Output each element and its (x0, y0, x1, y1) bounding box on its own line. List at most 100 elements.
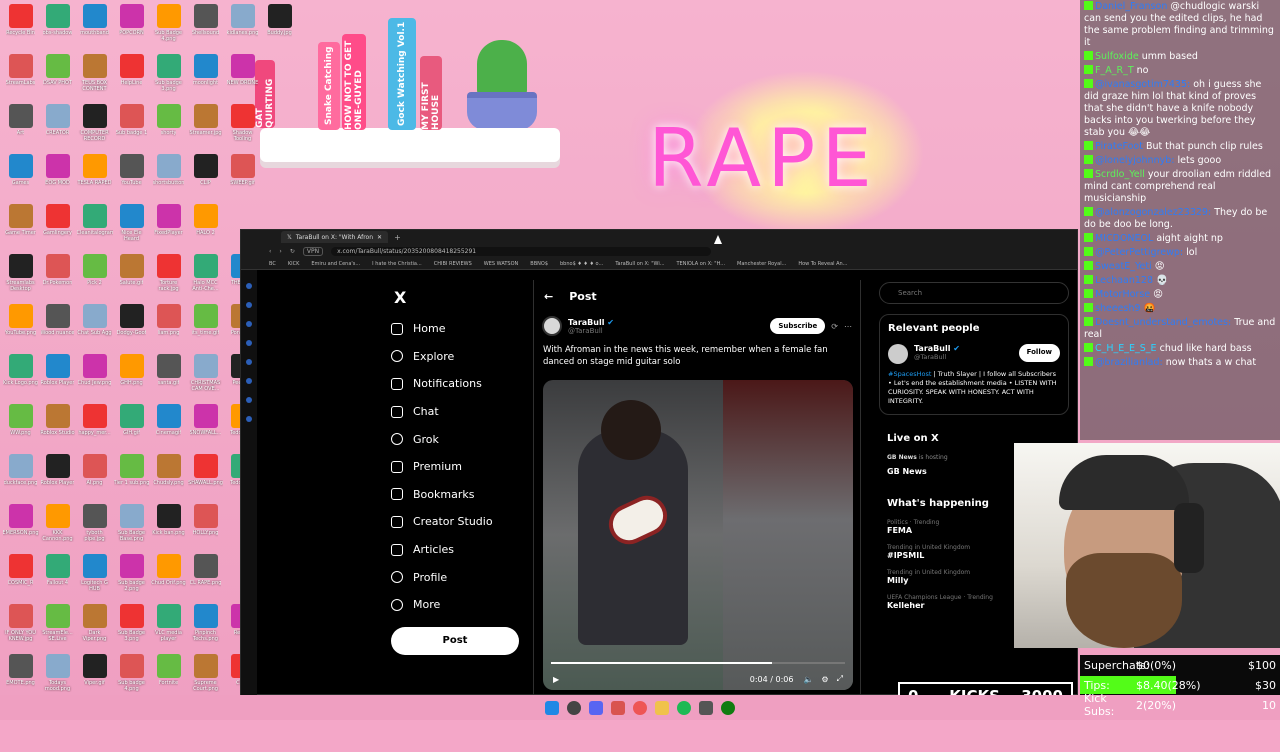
desktop-icon[interactable]: Logitech G HUB (76, 552, 113, 602)
discord-icon[interactable] (589, 700, 603, 715)
desktop-icon[interactable]: Shellsound (187, 2, 224, 52)
desktop-icon[interactable]: Buddy.jpg (261, 2, 298, 52)
back-arrow-icon[interactable]: ← (544, 290, 553, 303)
reload-icon[interactable]: ↻ (290, 248, 295, 255)
desktop-icon[interactable]: EOG MOD (39, 152, 76, 202)
chat-username[interactable]: Daniel_Franson (1095, 1, 1167, 12)
desktop-icon[interactable]: NEW DRONE (224, 52, 261, 102)
desktop-icon[interactable]: GHH.png (113, 352, 150, 402)
desktop-icon[interactable]: Chud Orif.png (150, 552, 187, 602)
desktop-icon[interactable]: Roblox Player (39, 452, 76, 502)
volume-icon[interactable]: 🔈 (803, 675, 813, 684)
desktop-icon[interactable]: IF ONLY YOU KNEW.jpg (2, 602, 39, 652)
desktop-icon[interactable]: Dr.Pokemon (39, 252, 76, 302)
bookmark-item[interactable]: BBNO$ (530, 261, 548, 267)
nav-item-profile[interactable]: Profile (391, 563, 526, 591)
folder-icon[interactable] (655, 700, 669, 715)
nav-item-notifications[interactable]: Notifications (391, 370, 526, 398)
desktop-icon[interactable]: santa.gif (150, 352, 187, 402)
desktop-icon[interactable]: Nice Ele Heard (113, 202, 150, 252)
desktop-icon[interactable]: Pinpinch Techs.png (187, 602, 224, 652)
desktop-icon[interactable]: SNOWFALL... (187, 402, 224, 452)
desktop-icon[interactable]: Art (2, 102, 39, 152)
desktop-icon[interactable]: SHAWALL.png (187, 452, 224, 502)
desktop-icon[interactable]: Dodgy-Goof (113, 302, 150, 352)
grok-icon[interactable]: ⟳ (831, 322, 838, 331)
desktop-icon[interactable]: moonlight (187, 52, 224, 102)
desktop-icon[interactable]: HOLLY.png (187, 502, 224, 552)
desktop-icon[interactable]: Sub Badge 4.png (150, 2, 187, 52)
desktop-icon[interactable]: Chudsly.png (150, 452, 187, 502)
nav-item-more[interactable]: More (391, 591, 526, 619)
chat-username[interactable]: MotorHorse (1095, 289, 1150, 300)
nav-item-articles[interactable]: Articles (391, 536, 526, 564)
desktop-icon[interactable]: duckface.png (2, 452, 39, 502)
desktop-icon[interactable] (261, 102, 298, 152)
chat-username[interactable]: C_H_E_E_S_E (1095, 343, 1157, 354)
desktop-icon[interactable]: EMERSON.png (2, 502, 39, 552)
desktop-icon[interactable]: GIH.gif (113, 402, 150, 452)
bookmark-item[interactable]: KICK (288, 261, 300, 267)
desktop-icon[interactable]: VLC media player (150, 602, 187, 652)
more-options-icon[interactable]: ⋯ (844, 322, 852, 331)
nav-item-premium[interactable]: Premium (391, 453, 526, 481)
desktop-icon[interactable]: shortsbutton (150, 152, 187, 202)
desktop-icon[interactable] (261, 152, 298, 202)
chat-username[interactable]: MICDONEOL (1095, 233, 1153, 244)
chat-username[interactable]: @brazilianlad: (1095, 357, 1163, 368)
desktop-icon[interactable]: liam.png (150, 302, 187, 352)
sidebar-app-icon[interactable] (246, 359, 252, 365)
desktop-icon[interactable]: CHRISTMAS CAM OVE... (187, 352, 224, 402)
desktop-icon[interactable]: POPCORN (113, 2, 150, 52)
sidebar-app-icon[interactable] (246, 416, 252, 422)
bookmark-item[interactable]: How To Reveal An... (798, 261, 847, 267)
search-icon[interactable] (567, 700, 581, 715)
desktop-icon[interactable]: obs-shadow (39, 2, 76, 52)
settings-icon[interactable]: ⚙ (821, 675, 828, 684)
app-icon[interactable] (699, 700, 713, 715)
chat-username[interactable]: SweatE_Yeti (1095, 261, 1152, 272)
play-icon[interactable]: ▶ (553, 675, 559, 684)
browser-icon[interactable] (633, 700, 647, 715)
desktop-icon[interactable]: Gamlingery (39, 202, 76, 252)
desktop-icon[interactable]: Pick 2 (76, 252, 113, 302)
desktop-icon[interactable]: Sub badge 1 (113, 102, 150, 152)
nav-item-grok[interactable]: Grok (391, 425, 526, 453)
relevant-handle[interactable]: @TaraBull (914, 353, 960, 361)
desktop-icon[interactable]: Chud Jew.png (76, 352, 113, 402)
spotify-icon[interactable] (677, 700, 691, 715)
desktop-icon[interactable]: Sub badge 3.png (150, 52, 187, 102)
desktop-icon[interactable]: CL RAPE.png (187, 552, 224, 602)
nav-item-bookmarks[interactable]: Bookmarks (391, 481, 526, 509)
desktop-icon[interactable]: its_time.gif (187, 302, 224, 352)
chat-username[interactable]: Lechaan128 (1095, 275, 1153, 286)
sidebar-app-icon[interactable] (246, 321, 252, 327)
desktop-icon[interactable]: Roblox Player (39, 352, 76, 402)
back-icon[interactable]: ‹ (269, 248, 271, 255)
desktop-icon[interactable]: Sub Badge Base.png (113, 502, 150, 552)
search-input[interactable]: Search (879, 282, 1069, 304)
desktop-icon[interactable]: CLIP (187, 152, 224, 202)
desktop-icon[interactable]: Recycle Bin (2, 2, 39, 52)
desktop-icon[interactable]: Game Timer (2, 202, 39, 252)
bookmark-item[interactable]: bbno$ ♦ ♦ ♦ o... (560, 261, 603, 267)
desktop-icon[interactable]: Streamer.jpg (187, 102, 224, 152)
nav-item-explore[interactable]: Explore (391, 343, 526, 371)
start-icon[interactable] (545, 700, 559, 715)
desktop-icon[interactable]: Chat Sub Agg (76, 302, 113, 352)
desktop-icon[interactable]: Wood nuance (39, 302, 76, 352)
browser-tab[interactable]: 𝕏 TaraBull on X: "With Afron ✕ (281, 231, 389, 243)
desktop-icon[interactable]: StreamEle... SE.Live (39, 602, 76, 652)
desktop-icon[interactable]: YouTube.png (2, 302, 39, 352)
url-field[interactable]: x.com/TaraBull/status/203520080841825529… (331, 246, 712, 256)
nav-item-creator-studio[interactable]: Creator Studio (391, 508, 526, 536)
desktop-icon[interactable]: FixedPlayer (150, 202, 187, 252)
desktop-icon[interactable]: Roblox Studio (39, 402, 76, 452)
chat-username[interactable]: @ivanasgotim7435: (1095, 79, 1190, 90)
chat-username[interactable]: Scrdlo_Yell (1095, 169, 1145, 180)
desktop-icon[interactable]: Shadow Tooling (224, 102, 261, 152)
close-tab-icon[interactable]: ✕ (377, 234, 382, 241)
xbox-icon[interactable] (721, 700, 735, 715)
avatar[interactable] (888, 344, 908, 364)
desktop-icon[interactable]: shorty (150, 102, 187, 152)
